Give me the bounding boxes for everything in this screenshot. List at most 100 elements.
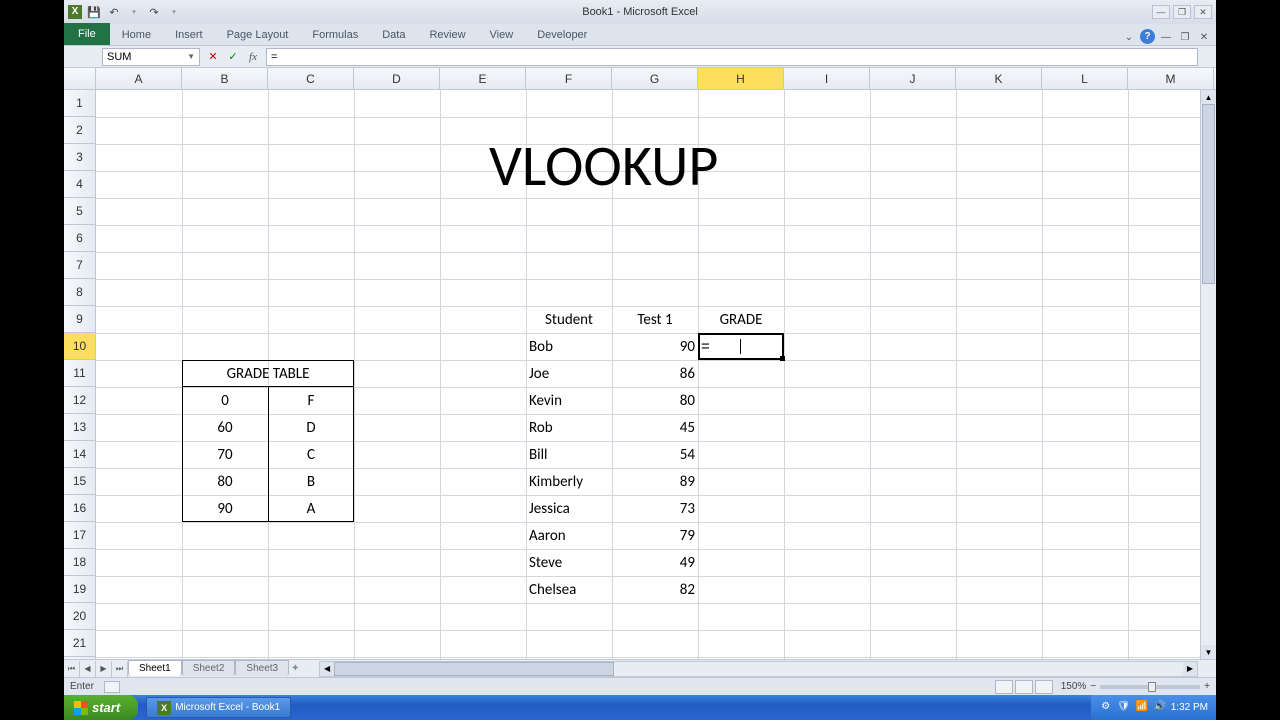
scroll-left-arrow[interactable]: ◀ [320,662,334,676]
grade-score: 60 [182,414,268,441]
col-header-d[interactable]: D [354,68,440,89]
zoom-in-button[interactable]: + [1204,681,1210,692]
qat-customize-icon[interactable]: ▾ [166,4,182,20]
sheet-nav-next[interactable]: ▶ [96,661,112,677]
row-header[interactable]: 7 [64,252,95,279]
row-header[interactable]: 16 [64,495,95,522]
sheet-tab[interactable]: Sheet2 [182,660,236,676]
redo-icon[interactable]: ↷ [146,4,162,20]
row-header[interactable]: 11 [64,360,95,387]
workbook-restore-button[interactable]: ❐ [1177,29,1193,45]
page-break-view-button[interactable] [1035,680,1053,694]
row-header[interactable]: 9 [64,306,95,333]
tray-clock[interactable]: 1:32 PM [1171,702,1208,713]
col-header-a[interactable]: A [96,68,182,89]
undo-icon[interactable]: ↶ [106,4,122,20]
zoom-level[interactable]: 150% [1061,681,1087,692]
sheet-nav-prev[interactable]: ◀ [80,661,96,677]
name-box-dropdown-icon[interactable]: ▼ [187,52,195,61]
file-tab[interactable]: File [64,23,110,45]
col-header-e[interactable]: E [440,68,526,89]
start-button[interactable]: start [64,695,138,720]
formula-input[interactable]: = [266,48,1198,66]
normal-view-button[interactable] [995,680,1013,694]
workbook-minimize-button[interactable]: — [1158,29,1174,45]
select-all-corner[interactable] [64,68,96,89]
page-layout-view-button[interactable] [1015,680,1033,694]
col-header-g[interactable]: G [612,68,698,89]
restore-button[interactable]: ❐ [1173,5,1191,19]
row-header[interactable]: 8 [64,279,95,306]
col-header-i[interactable]: I [784,68,870,89]
macro-record-icon[interactable] [104,681,120,693]
help-icon[interactable]: ? [1140,29,1155,44]
close-button[interactable]: ✕ [1194,5,1212,19]
scroll-right-arrow[interactable]: ▶ [1183,662,1197,676]
active-cell-content[interactable]: = [698,333,784,360]
scroll-up-arrow[interactable]: ▲ [1201,90,1216,104]
enter-formula-button[interactable]: ✓ [224,48,242,66]
row-header[interactable]: 4 [64,171,95,198]
col-header-b[interactable]: B [182,68,268,89]
tab-formulas[interactable]: Formulas [300,25,370,45]
cells-area[interactable]: VLOOKUP GRADE TABLE 0 F 60 D 70 C 80 B 9… [96,90,1216,659]
minimize-button[interactable]: — [1152,5,1170,19]
excel-icon[interactable]: X [68,5,82,19]
tray-icon[interactable]: 📶 [1135,701,1149,715]
row-header[interactable]: 12 [64,387,95,414]
ribbon-minimize-icon[interactable]: ⌄ [1121,29,1137,45]
row-header[interactable]: 6 [64,225,95,252]
student-name: Kimberly [526,468,612,495]
row-header[interactable]: 3 [64,144,95,171]
scroll-down-arrow[interactable]: ▼ [1201,645,1216,659]
row-header[interactable]: 2 [64,117,95,144]
tab-data[interactable]: Data [370,25,417,45]
col-header-c[interactable]: C [268,68,354,89]
row-header[interactable]: 13 [64,414,95,441]
add-sheet-button[interactable]: ✦ [291,663,309,674]
col-header-m[interactable]: M [1128,68,1214,89]
row-header[interactable]: 21 [64,630,95,657]
row-header[interactable]: 20 [64,603,95,630]
tab-home[interactable]: Home [110,25,163,45]
col-header-j[interactable]: J [870,68,956,89]
col-header-k[interactable]: K [956,68,1042,89]
zoom-out-button[interactable]: − [1090,681,1096,692]
sheet-tab[interactable]: Sheet3 [235,660,289,676]
row-header[interactable]: 5 [64,198,95,225]
tab-review[interactable]: Review [417,25,477,45]
horizontal-scrollbar[interactable]: ◀ ▶ [319,661,1198,677]
insert-function-button[interactable]: fx [244,48,262,66]
undo-dropdown-icon[interactable]: ▾ [126,4,142,20]
vertical-scrollbar[interactable]: ▲ ▼ [1200,90,1216,659]
tray-icon[interactable]: 🔊 [1153,701,1167,715]
zoom-slider[interactable] [1100,685,1200,689]
row-header[interactable]: 10 [64,333,95,360]
row-header[interactable]: 15 [64,468,95,495]
tray-icon[interactable]: 🛡 [1117,701,1131,715]
sheet-nav-first[interactable]: ⏮ [64,661,80,677]
row-header[interactable]: 18 [64,549,95,576]
row-header[interactable]: 17 [64,522,95,549]
tab-page-layout[interactable]: Page Layout [215,25,301,45]
taskbar-item-excel[interactable]: X Microsoft Excel - Book1 [146,697,291,718]
workbook-close-button[interactable]: ✕ [1196,29,1212,45]
name-box[interactable]: SUM ▼ [102,48,200,66]
save-icon[interactable]: 💾 [86,4,102,20]
tab-insert[interactable]: Insert [163,25,215,45]
hscroll-thumb[interactable] [334,662,614,676]
tab-developer[interactable]: Developer [525,25,599,45]
col-header-f[interactable]: F [526,68,612,89]
col-header-l[interactable]: L [1042,68,1128,89]
sheet-tab-active[interactable]: Sheet1 [128,660,182,676]
zoom-slider-knob[interactable] [1148,682,1156,692]
row-header[interactable]: 14 [64,441,95,468]
row-header[interactable]: 1 [64,90,95,117]
col-header-h[interactable]: H [698,68,784,89]
sheet-nav-last[interactable]: ⏭ [112,661,128,677]
vscroll-thumb[interactable] [1202,104,1215,284]
cancel-formula-button[interactable]: ✕ [204,48,222,66]
row-header[interactable]: 19 [64,576,95,603]
tab-view[interactable]: View [478,25,526,45]
tray-icon[interactable]: ⚙ [1099,701,1113,715]
